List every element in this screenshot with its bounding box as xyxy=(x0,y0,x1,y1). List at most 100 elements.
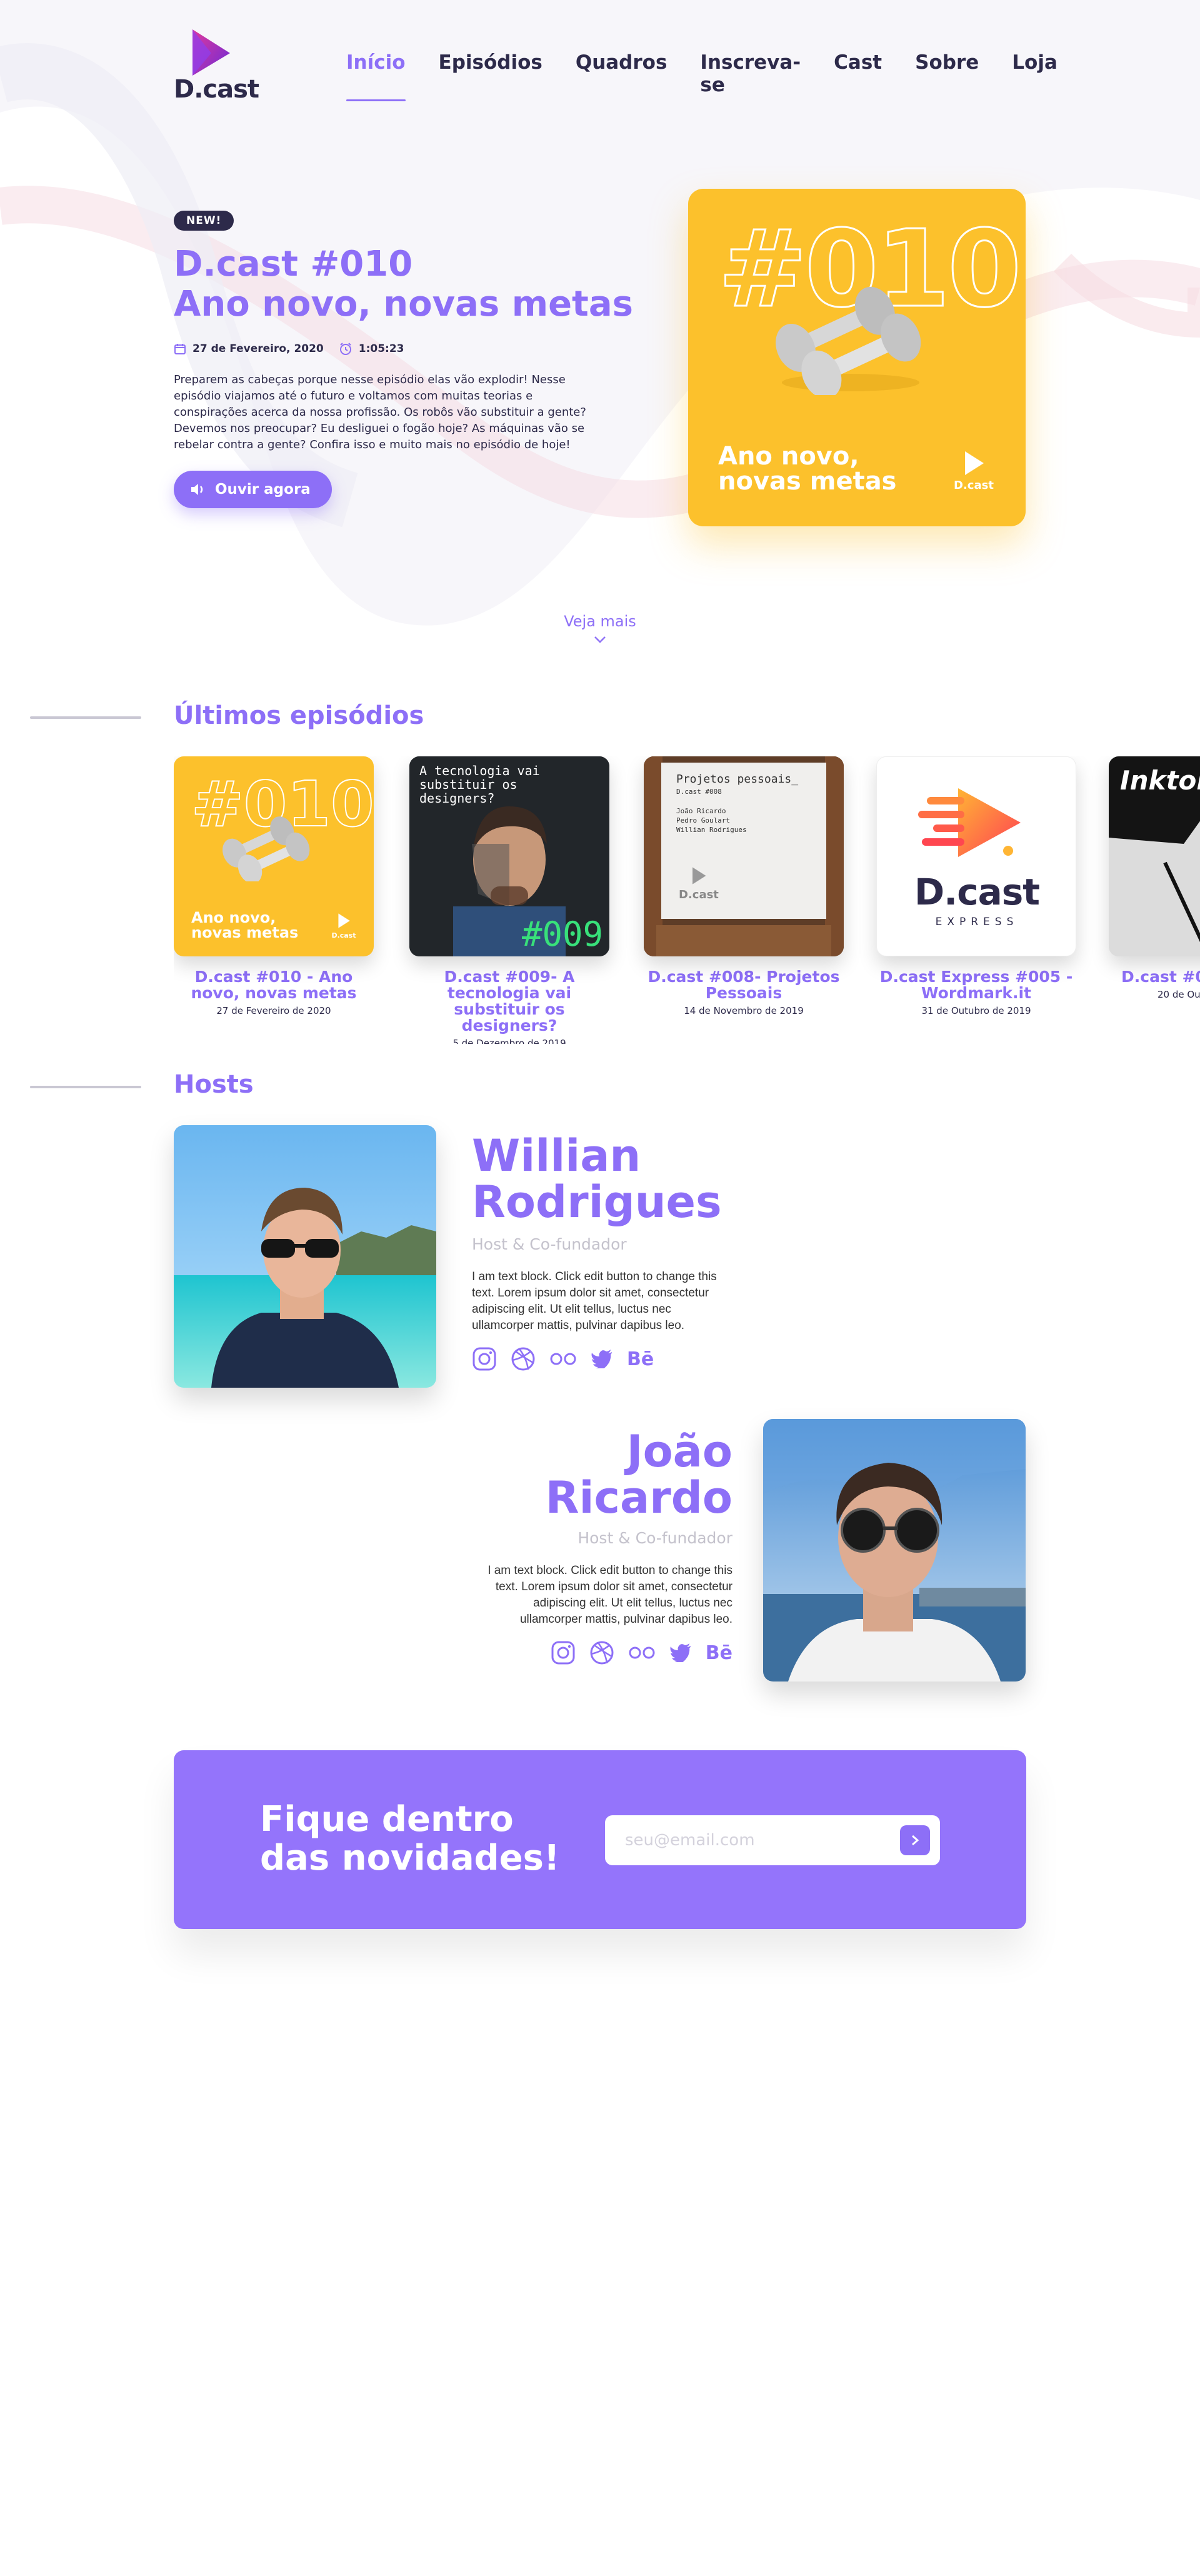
hero-section: NEW! D.cast #010 Ano novo, novas metas 2… xyxy=(174,211,661,508)
episode-cover-title: Ano novo, novas metas xyxy=(191,910,298,940)
nav-item-quadros[interactable]: Quadros xyxy=(576,51,668,101)
episode-card[interactable]: A tecnologia vai substituir os designers… xyxy=(409,756,609,1044)
episode-cover-logo: D.cast xyxy=(330,913,358,940)
episode-title[interactable]: D.cast #00 xyxy=(1109,969,1200,985)
cover-title: Ano novo, novas metas xyxy=(718,444,897,494)
episode-title[interactable]: D.cast #008- Projetos Pessoais xyxy=(644,969,844,1001)
express-logo-icon xyxy=(918,788,1021,857)
episode-cover[interactable]: A tecnologia vai substituir os designers… xyxy=(409,756,609,956)
episode-title[interactable]: D.cast Express #005 - Wordmark.it xyxy=(876,969,1076,1001)
episode-cover-names: João Ricardo Pedro Goulart Willian Rodri… xyxy=(676,806,747,834)
nav-item-inscreva-se[interactable]: Inscreva-se xyxy=(700,51,801,101)
cover-logo: D.cast xyxy=(952,450,996,492)
flickr-icon[interactable] xyxy=(628,1645,656,1660)
dribbble-icon[interactable] xyxy=(511,1346,536,1371)
host-photo-image xyxy=(763,1419,1026,1681)
episode-cover[interactable]: Projetos pessoais_ D.cast #008 João Rica… xyxy=(644,756,844,956)
episode-cover[interactable]: #010 Ano novo, novas metas D.cast xyxy=(174,756,374,956)
host-first-name: Willian xyxy=(472,1130,641,1181)
cover-play-icon xyxy=(692,867,706,885)
episodes-carousel[interactable]: #010 Ano novo, novas metas D.cast D.cast… xyxy=(174,756,1200,1044)
listen-now-button[interactable]: Ouvir agora xyxy=(174,471,332,508)
episode-card[interactable]: Inktob D.cast #00 20 de Ou xyxy=(1109,756,1200,1000)
latest-episodes-title: Últimos episódios xyxy=(174,701,424,730)
twitter-icon[interactable] xyxy=(669,1643,692,1662)
main-nav: Início Episódios Quadros Inscreva-se Cas… xyxy=(346,51,1058,101)
nav-item-inicio[interactable]: Início xyxy=(346,51,406,101)
host-role: Host & Co-fundador xyxy=(578,1529,732,1547)
cover-title-line2: novas metas xyxy=(718,467,897,496)
host-name-willian: Willian Rodrigues xyxy=(472,1133,722,1225)
episode-title[interactable]: D.cast #009- A tecnologia vai substituir… xyxy=(409,969,609,1034)
express-logo-text: D.cast xyxy=(914,871,1040,913)
episode-meta: 27 de Fevereiro, 2020 1:05:23 xyxy=(174,342,661,356)
episode-date: 27 de Fevereiro, 2020 xyxy=(174,343,324,355)
nav-item-loja[interactable]: Loja xyxy=(1012,51,1058,101)
episode-cover[interactable]: D.cast EXPRESS xyxy=(876,756,1076,956)
episode-duration-text: 1:05:23 xyxy=(358,343,404,355)
dumbbells-illustration xyxy=(776,286,921,395)
episode-cover-logo-text: D.cast xyxy=(331,931,356,940)
dribbble-icon[interactable] xyxy=(589,1640,614,1665)
episode-card[interactable]: #010 Ano novo, novas metas D.cast D.cast… xyxy=(174,756,374,1016)
episode-cover-number: #009 xyxy=(521,915,603,954)
listen-now-label: Ouvir agora xyxy=(215,481,311,498)
cover-logo-text: D.cast xyxy=(954,479,994,492)
host-last-name: Ricardo xyxy=(545,1472,732,1523)
cover-play-icon xyxy=(965,451,984,475)
nav-item-sobre[interactable]: Sobre xyxy=(915,51,979,101)
cover-name: Pedro Goulart xyxy=(676,816,731,824)
episode-date: 31 de Outubro de 2019 xyxy=(921,1005,1031,1016)
hero-title: D.cast #010 Ano novo, novas metas xyxy=(174,244,661,324)
newsletter-form xyxy=(605,1815,940,1865)
bookshelf-background xyxy=(644,756,844,956)
behance-icon[interactable]: Bē xyxy=(627,1348,654,1370)
host-bio: I am text block. Click edit button to ch… xyxy=(472,1270,717,1332)
newsletter-submit-button[interactable] xyxy=(900,1825,930,1855)
instagram-icon[interactable] xyxy=(472,1346,497,1371)
nav-item-cast[interactable]: Cast xyxy=(834,51,882,101)
hero-episode-cover[interactable]: #010 Ano novo, novas metas D.cast xyxy=(688,189,1026,526)
episode-card[interactable]: D.cast EXPRESS D.cast Express #005 - Wor… xyxy=(876,756,1076,1016)
logo-text: D.cast xyxy=(174,75,259,104)
chevron-right-icon xyxy=(912,1835,919,1846)
logo[interactable]: D.cast xyxy=(174,25,259,106)
episode-cover[interactable]: Inktob xyxy=(1109,756,1200,956)
cover-play-icon xyxy=(338,913,350,928)
host-role: Host & Co-fundador xyxy=(472,1235,627,1253)
episode-cover-heading: Projetos pessoais_ xyxy=(676,773,799,786)
host-last-name: Rodrigues xyxy=(472,1176,722,1228)
host-photo-image xyxy=(174,1125,436,1388)
newsletter-title: Fique dentro das novidades! xyxy=(260,1800,560,1878)
newsletter-title-line2: das novidades! xyxy=(260,1838,560,1878)
logo-play-icon xyxy=(192,29,230,76)
episode-date: 20 de Ou xyxy=(1158,989,1200,1000)
nav-item-episodios[interactable]: Episódios xyxy=(439,51,542,101)
see-more-label: Veja mais xyxy=(564,613,636,630)
episode-cover-line2: novas metas xyxy=(191,924,299,941)
newsletter-title-line1: Fique dentro xyxy=(260,1799,514,1840)
express-sub-text: EXPRESS xyxy=(935,916,1019,928)
speaker-icon xyxy=(191,484,203,495)
behance-icon[interactable]: Bē xyxy=(706,1642,732,1664)
hero-title-line1: D.cast #010 xyxy=(174,244,413,284)
episode-title[interactable]: D.cast #010 - Ano novo, novas metas xyxy=(174,969,374,1001)
see-more-link[interactable]: Veja mais xyxy=(562,613,638,648)
host-socials: Bē xyxy=(551,1640,732,1665)
episode-card[interactable]: Projetos pessoais_ D.cast #008 João Rica… xyxy=(644,756,844,1016)
episode-date: 27 de Fevereiro de 2020 xyxy=(216,1005,331,1016)
host-first-name: João xyxy=(626,1426,732,1477)
chevron-down-icon xyxy=(594,636,606,643)
episode-date: 5 de Dezembro de 2019 xyxy=(452,1038,566,1044)
email-field[interactable] xyxy=(625,1829,894,1852)
episode-cover-sub: D.cast #008 xyxy=(676,788,722,796)
episode-cover-text: A tecnologia vai substituir os designers… xyxy=(419,763,540,806)
episode-date-text: 27 de Fevereiro, 2020 xyxy=(192,343,324,355)
episode-date: 14 de Novembro de 2019 xyxy=(684,1005,804,1016)
instagram-icon[interactable] xyxy=(551,1640,576,1665)
host-name-joao: João Ricardo xyxy=(546,1428,732,1521)
flickr-icon[interactable] xyxy=(549,1351,577,1366)
cover-name: Willian Rodrigues xyxy=(676,826,747,834)
twitter-icon[interactable] xyxy=(591,1350,613,1368)
host-bio: I am text block. Click edit button to ch… xyxy=(488,1564,732,1626)
